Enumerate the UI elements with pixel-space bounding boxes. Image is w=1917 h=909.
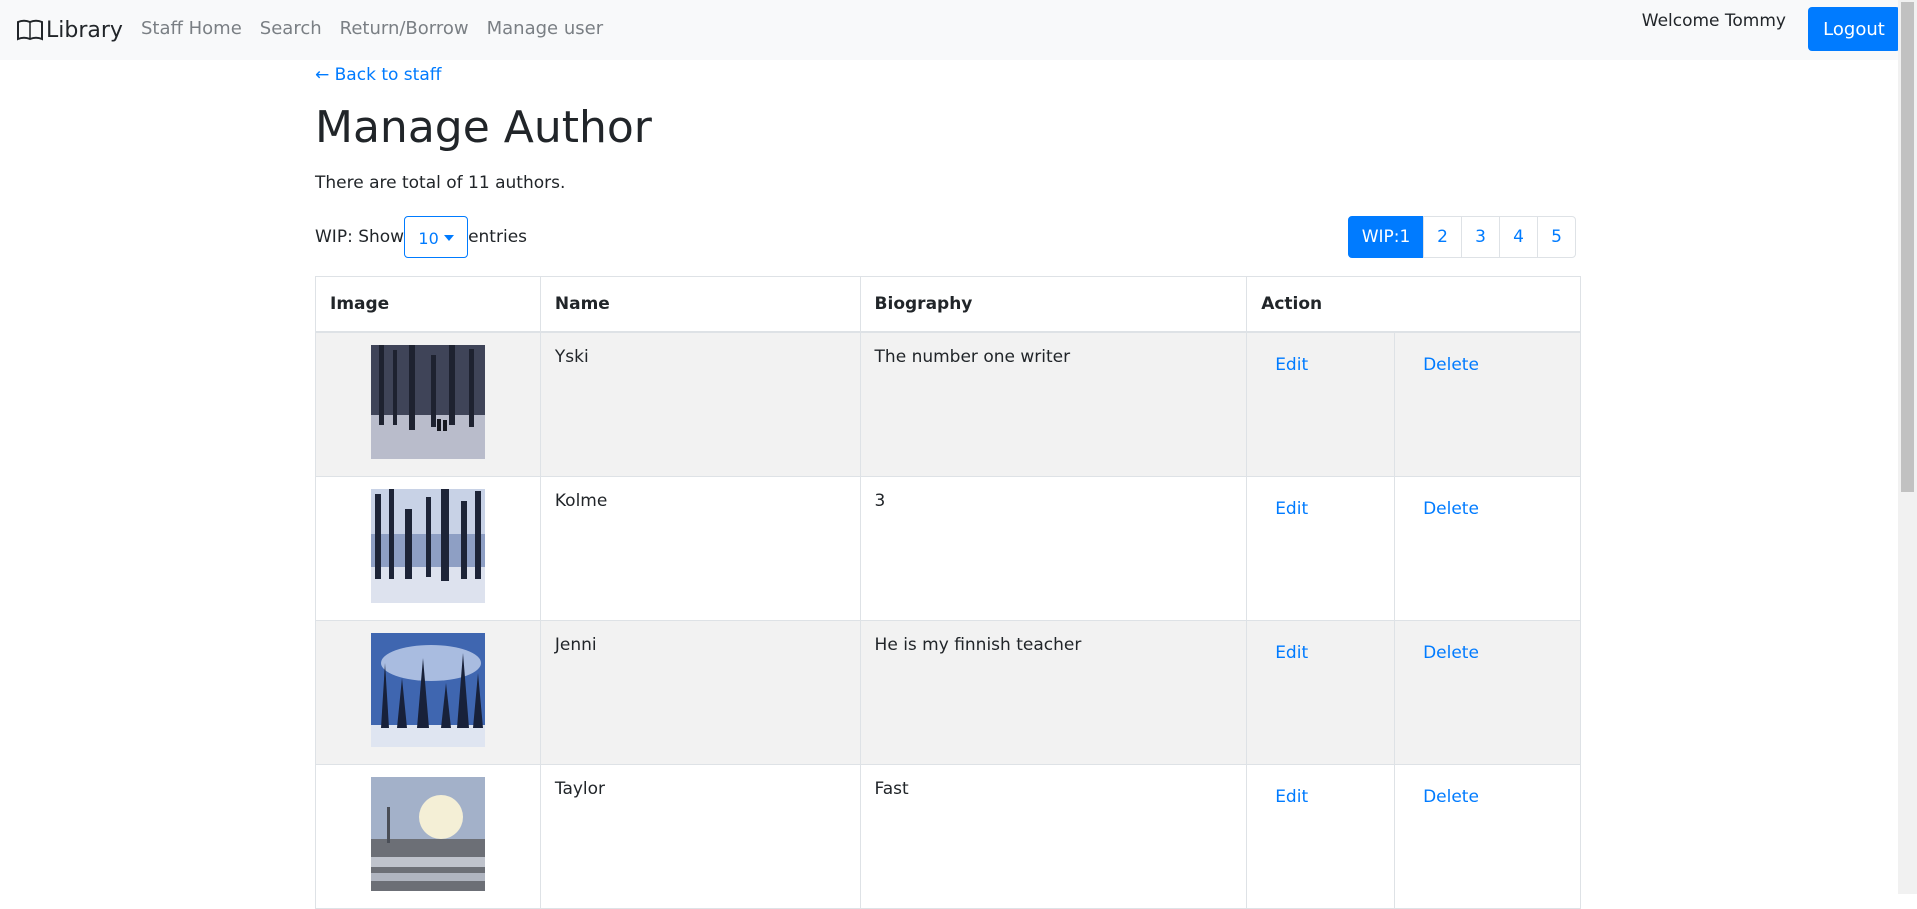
name-cell: Kolme [539, 475, 861, 621]
page-scrollbar[interactable] [1898, 0, 1917, 894]
edit-cell: Edit [1246, 763, 1396, 909]
author-image [370, 488, 485, 603]
brand-text: Library [46, 17, 123, 43]
edit-link[interactable]: Edit [1261, 787, 1308, 807]
table-row: Jenni He is my finnish teacher Edit Dele… [315, 619, 1581, 765]
entries-select-value: 10 [418, 228, 439, 248]
image-cell [315, 475, 541, 621]
edit-link[interactable]: Edit [1261, 355, 1308, 375]
pagination: WIP:1 2 3 4 5 [1348, 216, 1576, 258]
nav-link-staff-home[interactable]: Staff Home [141, 18, 242, 39]
author-image [370, 776, 485, 891]
page-button-4[interactable]: 4 [1499, 216, 1538, 258]
biography-cell: He is my finnish teacher [859, 619, 1248, 765]
book-icon [17, 19, 43, 41]
caret-down-icon [443, 235, 454, 241]
show-label: WIP: Show [315, 227, 405, 247]
image-cell [315, 763, 541, 909]
logout-button[interactable]: Logout [1808, 7, 1900, 51]
header-image: Image [315, 276, 541, 333]
edit-link[interactable]: Edit [1261, 499, 1308, 519]
welcome-text: Welcome Tommy [1641, 11, 1786, 31]
page-button-3[interactable]: 3 [1461, 216, 1500, 258]
author-image [370, 344, 485, 459]
edit-cell: Edit [1246, 619, 1396, 765]
scrollbar-thumb[interactable] [1901, 2, 1914, 492]
page-button-5[interactable]: 5 [1537, 216, 1576, 258]
biography-cell: 3 [859, 475, 1248, 621]
table-row: Kolme 3 Edit Delete [315, 475, 1581, 621]
nav-link-search[interactable]: Search [260, 18, 322, 39]
nav-link-return-borrow[interactable]: Return/Borrow [340, 18, 469, 39]
page-title: Manage Author [315, 102, 652, 153]
delete-link[interactable]: Delete [1409, 499, 1479, 519]
name-cell: Taylor [539, 763, 861, 909]
delete-link[interactable]: Delete [1409, 787, 1479, 807]
navbar: Library Staff Home Search Return/Borrow … [0, 0, 1900, 60]
table-row: Yski The number one writer Edit Delete [315, 331, 1581, 477]
delete-cell: Delete [1394, 331, 1581, 477]
name-cell: Yski [539, 331, 861, 477]
table-header-row: Image Name Biography Action [315, 276, 1581, 333]
image-cell [315, 331, 541, 477]
nav-links: Staff Home Search Return/Borrow Manage u… [141, 18, 603, 39]
authors-table: Image Name Biography Action Yski The num… [315, 276, 1581, 909]
entries-label: entries [468, 227, 528, 247]
author-image [370, 632, 485, 747]
delete-cell: Delete [1394, 619, 1581, 765]
edit-cell: Edit [1246, 475, 1396, 621]
delete-link[interactable]: Delete [1409, 355, 1479, 375]
edit-cell: Edit [1246, 331, 1396, 477]
delete-cell: Delete [1394, 763, 1581, 909]
delete-link[interactable]: Delete [1409, 643, 1479, 663]
total-authors-text: There are total of 11 authors. [315, 173, 566, 193]
entries-control: WIP: Show 10 entries [315, 216, 527, 258]
edit-link[interactable]: Edit [1261, 643, 1308, 663]
delete-cell: Delete [1394, 475, 1581, 621]
nav-link-manage-user[interactable]: Manage user [487, 18, 603, 39]
page-button-2[interactable]: 2 [1423, 216, 1462, 258]
brand-link[interactable]: Library [16, 14, 123, 46]
biography-cell: Fast [859, 763, 1248, 909]
image-cell [315, 619, 541, 765]
name-cell: Jenni [539, 619, 861, 765]
page-button-1[interactable]: WIP:1 [1348, 216, 1424, 258]
header-name: Name [539, 276, 861, 333]
header-action: Action [1246, 276, 1581, 333]
entries-select[interactable]: 10 [404, 216, 469, 258]
header-biography: Biography [859, 276, 1248, 333]
biography-cell: The number one writer [859, 331, 1248, 477]
back-to-staff-link[interactable]: ← Back to staff [315, 65, 441, 85]
table-row: Taylor Fast Edit Delete [315, 763, 1581, 909]
